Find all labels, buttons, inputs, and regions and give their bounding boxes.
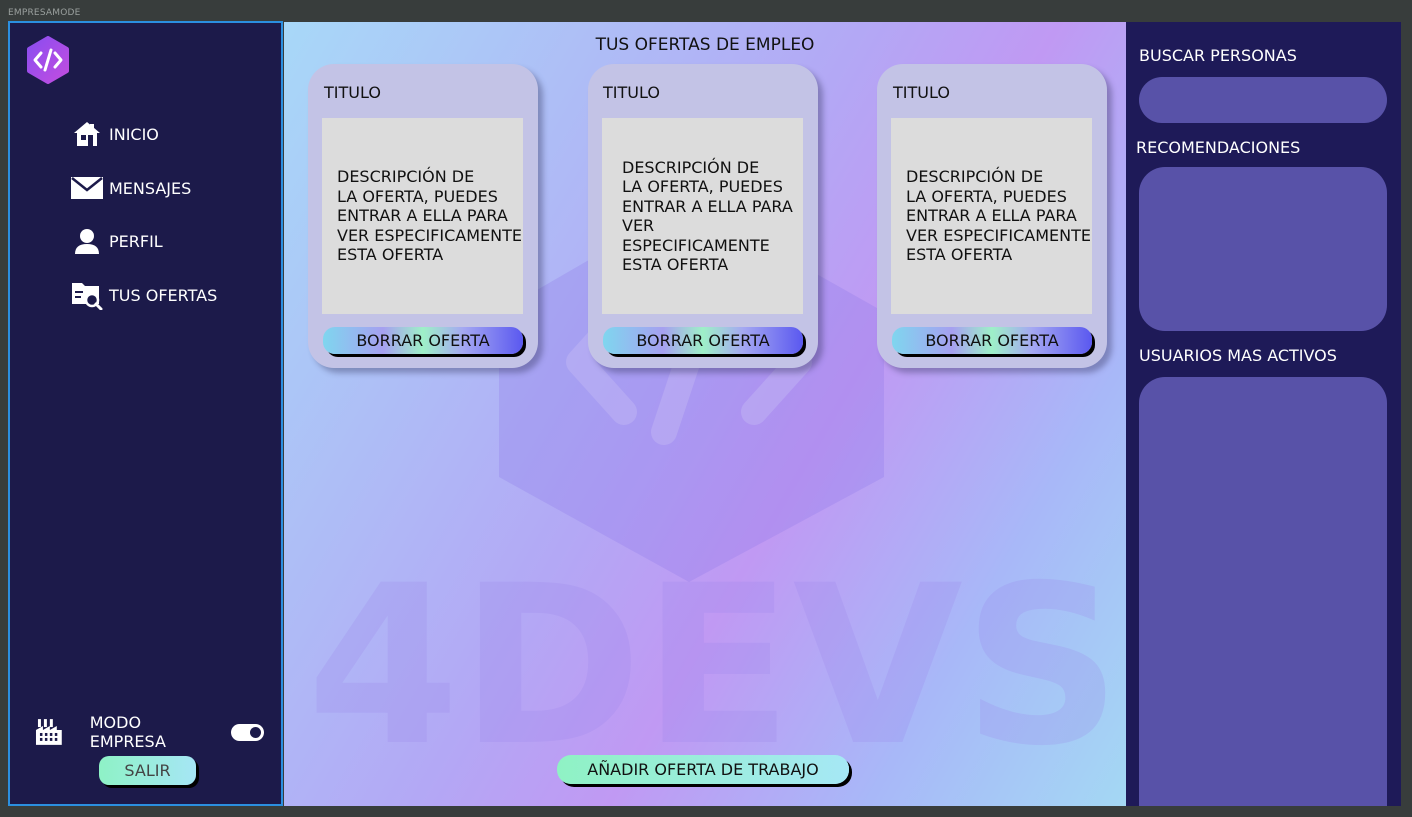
sidebar-item-label: PERFIL [109,231,163,251]
active-users-box[interactable] [1139,377,1387,806]
delete-offer-button[interactable]: BORRAR OFERTA [892,327,1092,354]
sidebar-item-label: TUS OFERTAS [109,285,218,305]
offer-card[interactable]: TITULO DESCRIPCIÓN DE LA OFERTA, PUEDES … [877,64,1107,368]
toggle-knob [250,726,261,738]
sidebar-item-perfil[interactable]: PERFIL [70,226,163,256]
offer-description: DESCRIPCIÓN DE LA OFERTA, PUEDES ENTRAR … [602,118,803,314]
user-icon [70,226,104,256]
code-hexagon-logo[interactable] [26,36,70,84]
main-content: 4DEVS TUS OFERTAS DE EMPLEO TITULO DESCR… [284,22,1126,806]
right-panel: BUSCAR PERSONAS RECOMENDACIONES USUARIOS… [1126,22,1401,806]
sidebar-item-tus-ofertas[interactable]: TUS OFERTAS [70,280,217,310]
offer-title: TITULO [603,83,660,102]
offer-card[interactable]: TITULO DESCRIPCIÓN DE LA OFERTA, PUEDES … [308,64,538,368]
offer-card[interactable]: TITULO DESCRIPCIÓN DE LA OFERTA, PUEDES … [588,64,818,368]
company-mode-toggle[interactable] [231,723,264,741]
frame-label: EMPRESAMODE [8,8,81,18]
folder-search-icon [70,280,104,310]
sidebar: INICIO MENSAJES PERFIL TUS OFERTAS MODO … [8,21,283,806]
offer-title: TITULO [893,83,950,102]
recommendations-label: RECOMENDACIONES [1136,138,1301,157]
sidebar-item-label: MENSAJES [109,178,192,198]
search-people-label: BUSCAR PERSONAS [1139,46,1297,65]
search-people-input[interactable] [1139,77,1387,123]
envelope-icon [70,173,104,203]
sidebar-item-label: INICIO [109,124,159,144]
offer-description: DESCRIPCIÓN DE LA OFERTA, PUEDES ENTRAR … [322,118,523,314]
sidebar-item-inicio[interactable]: INICIO [70,119,159,149]
company-mode-label: MODO EMPRESA [89,713,166,751]
recommendations-box[interactable] [1139,167,1387,331]
page-title: TUS OFERTAS DE EMPLEO [595,35,815,55]
home-icon [70,119,104,149]
delete-offer-button[interactable]: BORRAR OFERTA [603,327,803,354]
factory-icon [35,719,62,745]
sidebar-item-mensajes[interactable]: MENSAJES [70,173,191,203]
company-mode-row: MODO EMPRESA [34,713,264,751]
active-users-label: USUARIOS MAS ACTIVOS [1139,346,1337,365]
delete-offer-button[interactable]: BORRAR OFERTA [323,327,523,354]
offer-title: TITULO [324,83,381,102]
add-job-offer-button[interactable]: AÑADIR OFERTA DE TRABAJO [557,755,849,784]
exit-button[interactable]: SALIR [99,756,196,785]
offer-description: DESCRIPCIÓN DE LA OFERTA, PUEDES ENTRAR … [891,118,1092,314]
